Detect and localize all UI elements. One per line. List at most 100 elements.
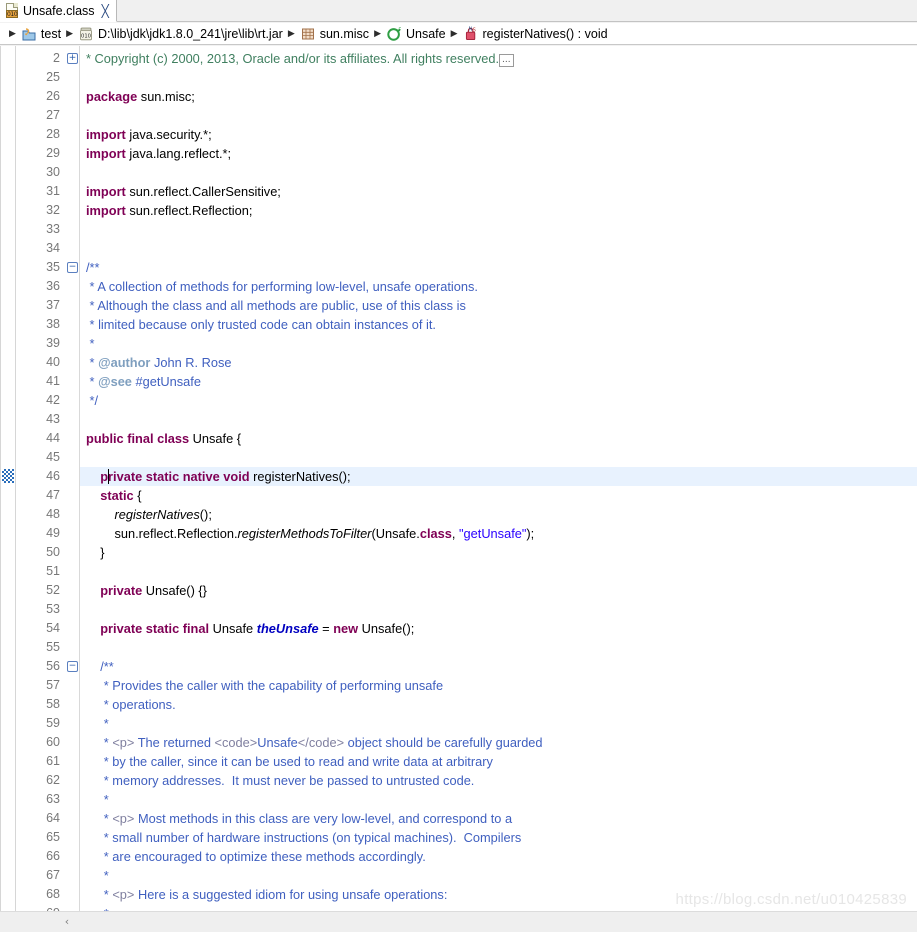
code-line[interactable] xyxy=(80,68,86,87)
code-token: sun.reflect.Reflection; xyxy=(125,203,253,218)
breadcrumb-item-test[interactable]: test xyxy=(21,26,61,42)
code-line[interactable]: * xyxy=(80,790,109,809)
code-line[interactable]: * xyxy=(80,334,95,353)
breadcrumb-item-label: sun.misc xyxy=(319,26,370,41)
code-token: * Provides the caller with the capabilit… xyxy=(86,678,444,693)
code-line[interactable]: * by the caller, since it can be used to… xyxy=(80,752,493,771)
code-line[interactable]: * @see #getUnsafe xyxy=(80,372,201,391)
breadcrumb[interactable]: ▶ test ▶ 010 D:\lib\jdk\jdk1.8.0_241\jre\lib… xyxy=(0,23,917,45)
code-line[interactable]: * limited because only trusted code can … xyxy=(80,315,436,334)
code-line[interactable]: * <p> Here is a suggested idiom for usin… xyxy=(80,885,448,904)
code-line[interactable]: import sun.reflect.Reflection; xyxy=(80,201,252,220)
code-line[interactable]: package sun.misc; xyxy=(80,87,195,106)
code-line[interactable]: private static native void registerNativ… xyxy=(80,467,350,486)
source-editor[interactable]: 2 25 26 27 28 29 30 31 32 33 34 35 36 37 38 39 40 41 42 43 4… xyxy=(0,46,917,920)
code-line[interactable]: * are encouraged to optimize these metho… xyxy=(80,847,426,866)
code-line[interactable]: import java.lang.reflect.*; xyxy=(80,144,231,163)
close-icon[interactable]: ╳ xyxy=(102,5,109,17)
collapsed-fold-icon[interactable]: ... xyxy=(499,54,514,67)
line-number: 49 xyxy=(46,526,60,540)
code-token: * memory addresses. It must never be pas… xyxy=(86,773,475,788)
breadcrumb-item-registernatives-void[interactable]: N SregisterNatives() : void xyxy=(463,26,608,42)
code-token: * xyxy=(86,792,109,807)
fold-collapse-icon[interactable]: − xyxy=(67,661,78,672)
code-line[interactable] xyxy=(80,163,86,182)
line-number: 28 xyxy=(46,127,60,141)
code-line[interactable]: * A collection of methods for performing… xyxy=(80,277,478,296)
code-line[interactable]: public final class Unsafe { xyxy=(80,429,241,448)
code-line[interactable]: * small number of hardware instructions … xyxy=(80,828,522,847)
code-line[interactable]: */ xyxy=(80,391,99,410)
code-line[interactable]: * Provides the caller with the capabilit… xyxy=(80,676,443,695)
code-line[interactable] xyxy=(80,600,86,619)
code-line[interactable]: * operations. xyxy=(80,695,176,714)
java-project-icon xyxy=(21,26,37,42)
line-number: 36 xyxy=(46,279,60,293)
code-line[interactable] xyxy=(80,410,86,429)
code-line[interactable]: registerNatives(); xyxy=(80,505,211,524)
code-token: * xyxy=(86,868,109,883)
code-line[interactable]: private Unsafe() {} xyxy=(80,581,207,600)
code-token: * xyxy=(86,374,99,389)
code-token: * A collection of methods for performing… xyxy=(86,279,478,294)
code-line[interactable]: * memory addresses. It must never be pas… xyxy=(80,771,475,790)
code-line[interactable]: } xyxy=(80,543,104,562)
breadcrumb-item-label: test xyxy=(40,26,62,41)
code-line[interactable] xyxy=(80,239,86,258)
breadcrumb-item-sun-misc[interactable]: sun.misc xyxy=(300,26,369,42)
line-number: 63 xyxy=(46,792,60,806)
code-line[interactable]: * <p> The returned <code>Unsafe</code> o… xyxy=(80,733,543,752)
line-number: 60 xyxy=(46,735,60,749)
code-line[interactable]: /** xyxy=(80,258,100,277)
line-number: 33 xyxy=(46,222,60,236)
breadcrumb-separator-4: ▶ xyxy=(450,28,458,39)
line-number: 54 xyxy=(46,621,60,635)
scroll-left-arrow-icon[interactable]: ‹ xyxy=(60,915,74,929)
code-line[interactable]: * xyxy=(80,866,109,885)
code-token: "getUnsafe" xyxy=(458,526,527,541)
svg-text:F: F xyxy=(398,27,401,33)
code-line[interactable]: * Copyright (c) 2000, 2013, Oracle and/o… xyxy=(80,49,514,68)
code-token: Here is a suggested idiom for using unsa… xyxy=(134,887,448,902)
code-line[interactable] xyxy=(80,106,86,125)
annotation-marker-bar[interactable] xyxy=(0,46,16,911)
occurrence-marker[interactable] xyxy=(2,469,14,483)
code-line[interactable]: import java.security.*; xyxy=(80,125,212,144)
line-number: 52 xyxy=(46,583,60,597)
code-token: , xyxy=(451,526,459,541)
code-area[interactable]: * Copyright (c) 2000, 2013, Oracle and/o… xyxy=(80,46,917,911)
line-number: 58 xyxy=(46,697,60,711)
line-number: 65 xyxy=(46,830,60,844)
code-line[interactable]: sun.reflect.Reflection.registerMethodsTo… xyxy=(80,524,534,543)
code-token: import xyxy=(86,127,126,142)
folding-ruler[interactable]: + − − xyxy=(66,46,80,911)
svg-text:010: 010 xyxy=(81,33,91,39)
fold-expand-icon[interactable]: + xyxy=(67,53,78,64)
code-line[interactable]: * Although the class and all methods are… xyxy=(80,296,466,315)
code-line[interactable] xyxy=(80,448,86,467)
code-line[interactable]: * @author John R. Rose xyxy=(80,353,232,372)
breadcrumb-item-d-lib-jdk-jdk1-8-0-241-jre-l[interactable]: 010 D:\lib\jdk\jdk1.8.0_241\jre\lib\rt.ja… xyxy=(78,26,283,42)
code-line[interactable] xyxy=(80,562,86,581)
package-icon xyxy=(300,26,316,42)
horizontal-scrollbar[interactable]: ‹ xyxy=(0,911,917,932)
code-line[interactable]: static { xyxy=(80,486,141,505)
code-token: * Although the class and all methods are… xyxy=(86,298,466,313)
code-token: @author xyxy=(98,355,151,370)
code-line[interactable] xyxy=(80,220,86,239)
breadcrumb-separator-3: ▶ xyxy=(374,28,381,39)
editor-tab-unsafe-class[interactable]: 010 Unsafe.class ╳ xyxy=(0,0,117,22)
code-line[interactable]: private static final Unsafe theUnsafe = … xyxy=(80,619,414,638)
breadcrumb-item-unsafe[interactable]: F Unsafe xyxy=(386,26,446,42)
code-line[interactable]: * xyxy=(80,904,109,911)
line-number: 68 xyxy=(46,887,60,901)
code-line[interactable]: * <p> Most methods in this class are ver… xyxy=(80,809,512,828)
breadcrumb-item-label: D:\lib\jdk\jdk1.8.0_241\jre\lib\rt.jar xyxy=(98,26,283,41)
code-line[interactable]: import sun.reflect.CallerSensitive; xyxy=(80,182,281,201)
fold-collapse-icon[interactable]: − xyxy=(67,262,78,273)
code-token: </code> xyxy=(297,735,345,750)
code-line[interactable] xyxy=(80,638,86,657)
code-line[interactable]: /** xyxy=(80,657,114,676)
code-line[interactable]: * xyxy=(80,714,109,733)
